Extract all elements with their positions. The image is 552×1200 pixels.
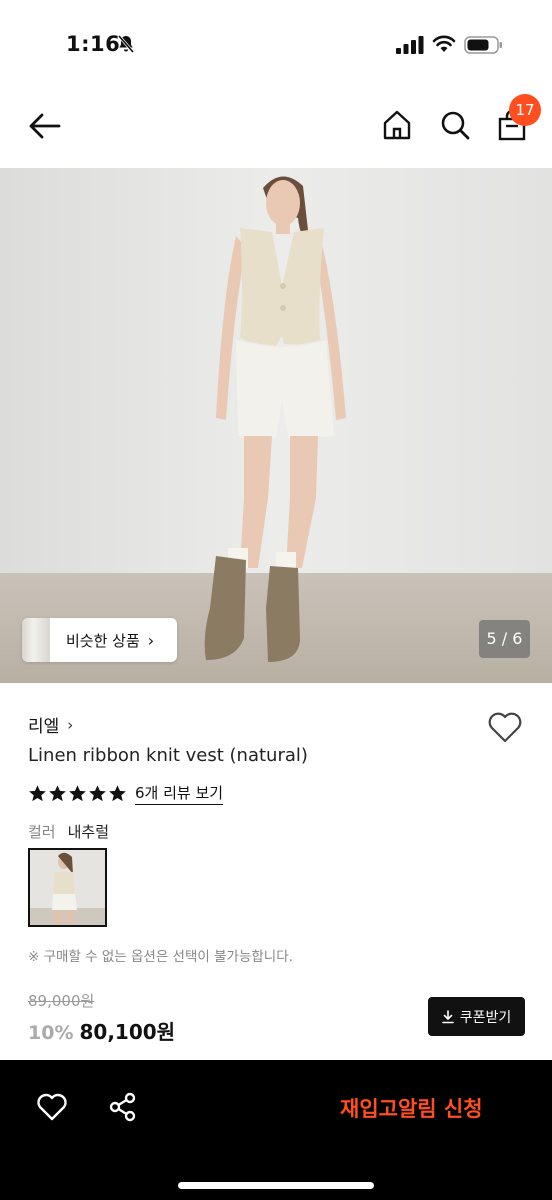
coupon-download-button[interactable]: 쿠폰받기: [428, 997, 525, 1036]
status-bar: 1:16: [0, 0, 552, 90]
star-icon: [89, 785, 106, 802]
star-icon: [109, 785, 126, 802]
brand-link[interactable]: 리엘 ›: [28, 712, 74, 738]
rating-row: 6개 리뷰 보기: [28, 782, 224, 805]
back-arrow-icon[interactable]: [26, 110, 62, 142]
wishlist-heart-icon[interactable]: [487, 710, 523, 744]
product-title: Linen ribbon knit vest (natural): [28, 745, 308, 766]
image-counter: 5 / 6: [479, 620, 530, 658]
similar-products-thumbnail: [22, 618, 50, 662]
cellular-signal-icon: [396, 36, 424, 54]
bottom-action-bar: 재입고알림 신청: [0, 1060, 552, 1200]
battery-icon: [464, 36, 502, 54]
chevron-right-icon: ›: [147, 630, 155, 650]
rating-stars: [28, 784, 127, 803]
swatch-thumbnail: [30, 850, 105, 925]
color-swatch-natural[interactable]: [28, 848, 107, 927]
wifi-icon: [432, 35, 456, 52]
color-value: 내추럴: [67, 823, 110, 841]
similar-products-label: 비슷한 상품: [66, 631, 140, 650]
share-icon[interactable]: [108, 1092, 138, 1122]
bell-slash-icon: [117, 35, 135, 53]
discount-rate: 10%: [28, 1022, 74, 1044]
product-image-gallery[interactable]: 비슷한 상품 › 5 / 6: [0, 168, 552, 683]
star-icon: [49, 785, 66, 802]
color-label: 컬러: [28, 823, 56, 841]
cart-count-badge: 17: [509, 94, 541, 126]
review-link[interactable]: 6개 리뷰 보기: [135, 782, 224, 805]
coupon-label: 쿠폰받기: [459, 1009, 512, 1026]
chevron-right-icon: ›: [67, 715, 74, 734]
heart-icon[interactable]: [36, 1092, 68, 1122]
price-row: 10% 80,100원: [28, 1016, 175, 1045]
search-icon[interactable]: [438, 108, 472, 142]
home-indicator: [178, 1182, 374, 1189]
original-price: 89,000원: [28, 992, 95, 1010]
star-icon: [69, 785, 86, 802]
restock-alert-button[interactable]: 재입고알림 신청: [340, 1093, 483, 1123]
brand-name: 리엘: [28, 717, 60, 737]
sale-price: 80,100원: [79, 1020, 176, 1044]
home-icon[interactable]: [380, 108, 414, 142]
star-icon: [29, 785, 46, 802]
option-notice: ※ 구매할 수 없는 옵션은 선택이 불가능합니다.: [28, 949, 293, 965]
product-photo: [0, 168, 552, 683]
download-icon: [441, 1009, 454, 1023]
top-nav-bar: [0, 90, 552, 168]
similar-products-button[interactable]: 비슷한 상품 ›: [22, 618, 177, 662]
color-option-row: 컬러 내추럴: [28, 821, 109, 842]
status-time: 1:16: [66, 32, 121, 56]
